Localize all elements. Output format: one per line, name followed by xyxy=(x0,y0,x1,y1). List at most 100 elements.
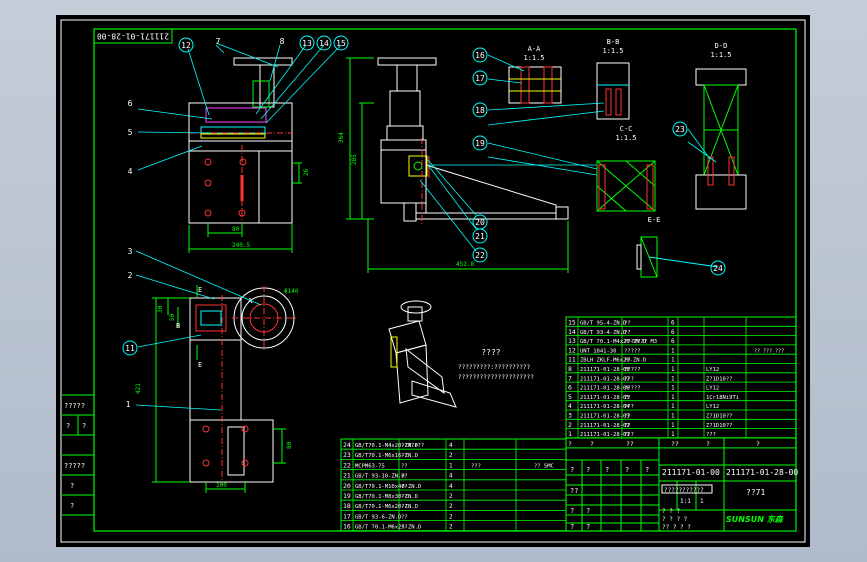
view-scale-dd: 1:1.5 xyxy=(710,51,731,59)
bom-upper-row: 6 211171-01-28-06????? 1 LY12 xyxy=(568,384,719,392)
title-qmarks-a: ??????????? xyxy=(664,487,704,494)
bom-lower-table: 24 GB/T70.1-M4x20-ZN.D??????? 423 GB/T70.1-… xyxy=(340,438,567,532)
balloon-label: 5 xyxy=(128,128,133,137)
section-leaders xyxy=(487,54,717,176)
balloon: 11 xyxy=(122,340,138,356)
bom-upper-row: 5 211171-01-28-05?? 1 1Cr18Ni9Ti xyxy=(568,393,739,401)
section-dd xyxy=(695,68,747,210)
bom-code: 211171-01-28-03 xyxy=(580,414,630,420)
balloon-label: 12 xyxy=(181,41,191,50)
bom-name: ?? xyxy=(401,504,408,510)
bom-lower-row: 16 GB/T 70.1-M6x25-ZN.D?? 2 xyxy=(343,523,453,531)
dim-80a: 80 xyxy=(232,226,240,233)
bom-no: 24 xyxy=(343,441,351,449)
left-strip-label: ? xyxy=(70,482,74,490)
iso-note-1: ?????????:?????????? xyxy=(458,364,531,371)
bom-qty: 4 xyxy=(449,473,453,480)
bom-qty: 1 xyxy=(671,347,675,354)
view-title-cc: C-C xyxy=(620,125,633,133)
view-scale-cc: 1:1.5 xyxy=(615,134,636,142)
title-cell: ? xyxy=(645,466,649,474)
balloon-label: 24 xyxy=(713,264,723,273)
bom-code: 211171-01-28-01 xyxy=(580,432,630,438)
balloon: 8 xyxy=(280,37,285,46)
title-qmarks-d: ?? ? ? ? xyxy=(662,524,691,531)
dim-285: 285 xyxy=(351,154,358,165)
bom-code: GB/T70.1-M6x16-ZN.D xyxy=(355,453,418,459)
bom-code: 211171-01-28-04 xyxy=(580,404,630,410)
balloon-label: 13 xyxy=(302,39,312,48)
bom-qty: 6 xyxy=(671,338,675,345)
bom-name: ?? xyxy=(401,525,408,531)
title-cell: ? xyxy=(570,466,574,474)
bom-lower-row: 19 GB/T70.1-M8x30-ZN.D?? 2 xyxy=(343,492,453,500)
bom-no: 19 xyxy=(343,492,351,500)
balloon-label: 22 xyxy=(475,251,485,260)
bom-upper-row: 8 211171-01-28-08????? 1 LY12 xyxy=(568,365,719,373)
title-cell: ?? xyxy=(570,487,578,495)
bom-no: 6 xyxy=(568,384,572,392)
bom-qty: 1 xyxy=(671,375,675,382)
title-r2: 1 xyxy=(700,498,704,505)
bom-no: 12 xyxy=(568,346,576,354)
bom-upper-row: 4 211171-01-28-04??? 1 LY12 xyxy=(568,402,719,410)
bom-no: 1 xyxy=(568,430,572,438)
bom-qty: 4 xyxy=(449,483,453,490)
bom-code: GB/T70.1-M8x30-ZN.D xyxy=(355,494,418,500)
bom-name: ????? xyxy=(624,348,641,354)
bom-mat: LY12 xyxy=(706,404,719,410)
bom-qty: 6 xyxy=(671,320,675,327)
section-mark-e-bottom: E xyxy=(198,361,202,369)
bom-no: 21 xyxy=(343,472,351,480)
view-title-bb: B-B xyxy=(607,38,620,46)
bom-qty: 2 xyxy=(449,524,453,531)
bom-code: MCPM63-75 xyxy=(355,463,385,469)
bom-code: GB/T 93-10-ZN.D xyxy=(355,474,405,480)
bom-name: ?? xyxy=(401,494,408,500)
balloon: 16 xyxy=(472,47,488,63)
isometric-view xyxy=(388,300,457,408)
bom-extra: ??? xyxy=(471,463,481,469)
bom-code: GB/T70.1-M10x40-ZN.D xyxy=(355,484,421,490)
section-mark-e-top: E xyxy=(198,286,202,294)
bom-header-cell: ? xyxy=(706,440,710,448)
bom-no: 23 xyxy=(343,451,351,459)
title-cell: ? xyxy=(570,507,574,515)
left-strip: ????? ? ? ????? ? ? xyxy=(62,394,94,516)
bom-name: ?? xyxy=(624,423,631,429)
bom-upper-header xyxy=(565,437,797,449)
balloon-label: 20 xyxy=(475,218,485,227)
left-strip-label: ????? xyxy=(64,462,85,470)
balloon-label: 11 xyxy=(125,344,135,353)
title-qmarks-c: ? ? ? ? xyxy=(662,516,688,523)
bom-no: 4 xyxy=(568,402,572,410)
view-scale-aa: 1:1.5 xyxy=(523,54,544,62)
balloon: 18 xyxy=(472,102,488,118)
bom-qty: 1 xyxy=(671,385,675,392)
cad-viewport[interactable]: 211171-01-28-00 ????? ? ? ????? ? ? 80 2… xyxy=(56,15,810,547)
bom-no: 13 xyxy=(568,337,576,345)
bom-name: ????? xyxy=(624,386,641,392)
title-cell: ? xyxy=(625,466,629,474)
title-cell: ? xyxy=(586,523,590,531)
drawing-number-box: 211171-01-28-00 xyxy=(93,28,173,44)
view-title-ee: E-E xyxy=(648,216,661,224)
company-logo: SUNSUN 东森 xyxy=(726,515,784,524)
dim-100: 100 xyxy=(216,482,227,489)
balloon-label: 14 xyxy=(319,39,329,48)
balloon: 1 xyxy=(126,400,131,409)
balloon: 3 xyxy=(128,247,133,256)
bom-lower-row: 17 GB/T 93-6-ZN.D?? 2 xyxy=(343,512,453,520)
bom-no: 17 xyxy=(343,512,351,520)
bom-name: ??????? xyxy=(401,443,424,449)
bom-code: 211171-01-28-08 xyxy=(580,367,630,373)
bom-name: ?? xyxy=(401,463,408,469)
bom-code: GB/T 93-6-ZN.D xyxy=(355,514,401,520)
bom-name: ??? xyxy=(624,376,634,382)
bom-upper-row: 13 GB/T 70.1-M4x20-ZN.D??????? M3 6 xyxy=(568,337,675,345)
section-aa xyxy=(508,66,562,104)
bom-code: GB/T 95-4-ZN.D xyxy=(580,321,626,327)
bom-qty: 2 xyxy=(449,503,453,510)
bom-extra2: ?? SMC xyxy=(534,463,554,469)
bom-code: GB/T 93-4-ZN.D xyxy=(580,330,626,336)
